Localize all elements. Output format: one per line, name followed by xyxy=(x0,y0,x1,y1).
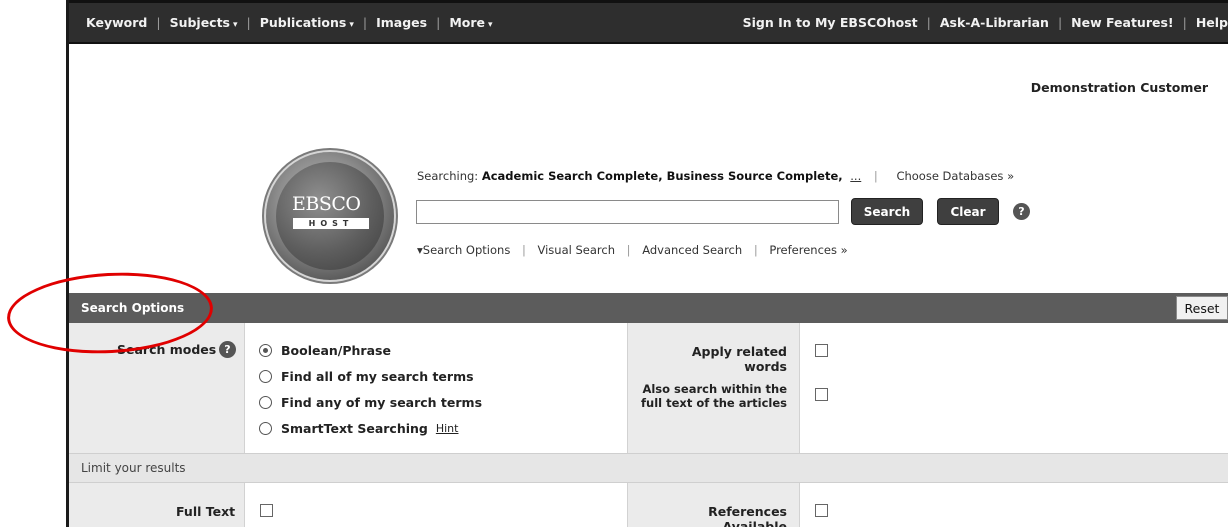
nav-ask-librarian[interactable]: Ask-A-Librarian xyxy=(940,15,1049,30)
nav-right-group: Sign In to My EBSCOhost | Ask-A-Libraria… xyxy=(743,15,1228,30)
search-input[interactable] xyxy=(416,200,839,224)
also-search-fulltext-checkbox[interactable] xyxy=(815,388,828,401)
references-available-checkbox[interactable] xyxy=(815,504,828,517)
chevron-down-icon: ▾ xyxy=(349,20,354,30)
nav-keyword[interactable]: Keyword xyxy=(86,15,147,30)
nav-help[interactable]: Help xyxy=(1196,15,1228,30)
radio-icon[interactable] xyxy=(259,396,272,409)
advanced-search-link[interactable]: Advanced Search xyxy=(642,243,742,257)
nav-publications-label: Publications xyxy=(259,15,347,30)
more-databases-link[interactable]: ... xyxy=(850,169,861,183)
logo-host-text: HOST xyxy=(293,218,369,229)
radio-find-any-terms[interactable]: Find any of my search terms xyxy=(259,395,482,410)
nav-separator: | xyxy=(246,15,251,30)
sublink-separator: | xyxy=(521,243,526,257)
radio-label: Boolean/Phrase xyxy=(281,343,391,358)
apply-related-words-label: Apply related words xyxy=(691,344,787,374)
sublink-separator: | xyxy=(753,243,758,257)
nav-more-label: More xyxy=(449,15,485,30)
nav-subjects[interactable]: Subjects ▾ xyxy=(170,15,238,30)
references-available-label: References Available xyxy=(708,504,787,527)
nav-subjects-label: Subjects xyxy=(169,15,230,30)
search-button[interactable]: Search xyxy=(851,198,923,225)
nav-separator: | xyxy=(926,15,931,30)
visual-search-link[interactable]: Visual Search xyxy=(538,243,616,257)
radio-label: SmartText Searching xyxy=(281,421,428,436)
radio-icon[interactable] xyxy=(259,370,272,383)
nav-separator: | xyxy=(436,15,441,30)
also-search-line-1: Also search within the xyxy=(642,382,787,396)
hint-link[interactable]: Hint xyxy=(436,422,459,435)
also-search-line-2: full text of the articles xyxy=(641,396,787,410)
search-options-header: Search Options Reset xyxy=(69,293,1228,323)
preferences-link[interactable]: Preferences » xyxy=(769,243,847,257)
nav-more[interactable]: More ▾ xyxy=(449,15,492,30)
search-sublinks: ▾Search Options | Visual Search | Advanc… xyxy=(417,243,848,257)
nav-publications[interactable]: Publications ▾ xyxy=(260,15,354,30)
full-text-label: Full Text xyxy=(176,504,236,519)
top-nav-bar: Keyword | Subjects ▾ | Publications ▾ | Im… xyxy=(69,0,1228,44)
help-icon[interactable]: ? xyxy=(1013,203,1030,220)
nav-separator: | xyxy=(1057,15,1063,30)
sublink-separator: | xyxy=(626,243,631,257)
radio-boolean-phrase[interactable]: Boolean/Phrase xyxy=(259,343,391,358)
customer-name: Demonstration Customer xyxy=(1030,80,1208,95)
apply-related-words-checkbox[interactable] xyxy=(815,344,828,357)
search-options-title: Search Options xyxy=(81,301,185,315)
radio-icon[interactable] xyxy=(259,422,272,435)
reset-button[interactable]: Reset xyxy=(1176,296,1228,320)
limit-results-header: Limit your results xyxy=(69,453,1228,483)
database-list: Academic Search Complete, Business Sourc… xyxy=(481,169,843,183)
nav-sign-in[interactable]: Sign In to My EBSCOhost xyxy=(743,15,918,30)
full-text-checkbox[interactable] xyxy=(260,504,273,517)
searching-prefix: Searching: xyxy=(417,169,479,183)
chevron-down-icon: ▾ xyxy=(487,20,493,30)
clear-button[interactable]: Clear xyxy=(937,198,999,225)
logo-ebsco-text: EBSCO xyxy=(292,193,361,215)
radio-find-all-terms[interactable]: Find all of my search terms xyxy=(259,369,474,384)
choose-databases-link[interactable]: Choose Databases » xyxy=(896,169,1014,183)
nav-separator: | xyxy=(156,15,161,30)
nav-separator: | xyxy=(362,15,368,30)
search-modes-label: Search modes xyxy=(117,342,217,357)
radio-selected-icon[interactable] xyxy=(259,344,272,357)
radio-label: Find any of my search terms xyxy=(281,395,483,410)
chevron-down-icon: ▾ xyxy=(233,20,238,30)
nav-images[interactable]: Images xyxy=(376,15,427,30)
nav-separator: | xyxy=(1182,15,1187,30)
search-modes-help-icon[interactable]: ? xyxy=(219,341,236,358)
nav-left-group: Keyword | Subjects ▾ | Publications ▾ | Im… xyxy=(69,15,493,30)
nav-new-features[interactable]: New Features! xyxy=(1071,15,1173,30)
logo-inner-disc xyxy=(276,162,384,270)
radio-smarttext[interactable]: SmartText Searching Hint xyxy=(259,421,458,436)
searching-separator: | xyxy=(873,169,878,183)
searching-databases-line: Searching: Academic Search Complete, Bus… xyxy=(417,169,1014,183)
ebsco-host-logo: EBSCO HOST xyxy=(266,152,394,280)
search-options-link[interactable]: ▾Search Options xyxy=(417,243,510,257)
radio-label: Find all of my search terms xyxy=(281,369,474,384)
also-search-fulltext-label: Also search within the full text of the … xyxy=(637,382,787,410)
